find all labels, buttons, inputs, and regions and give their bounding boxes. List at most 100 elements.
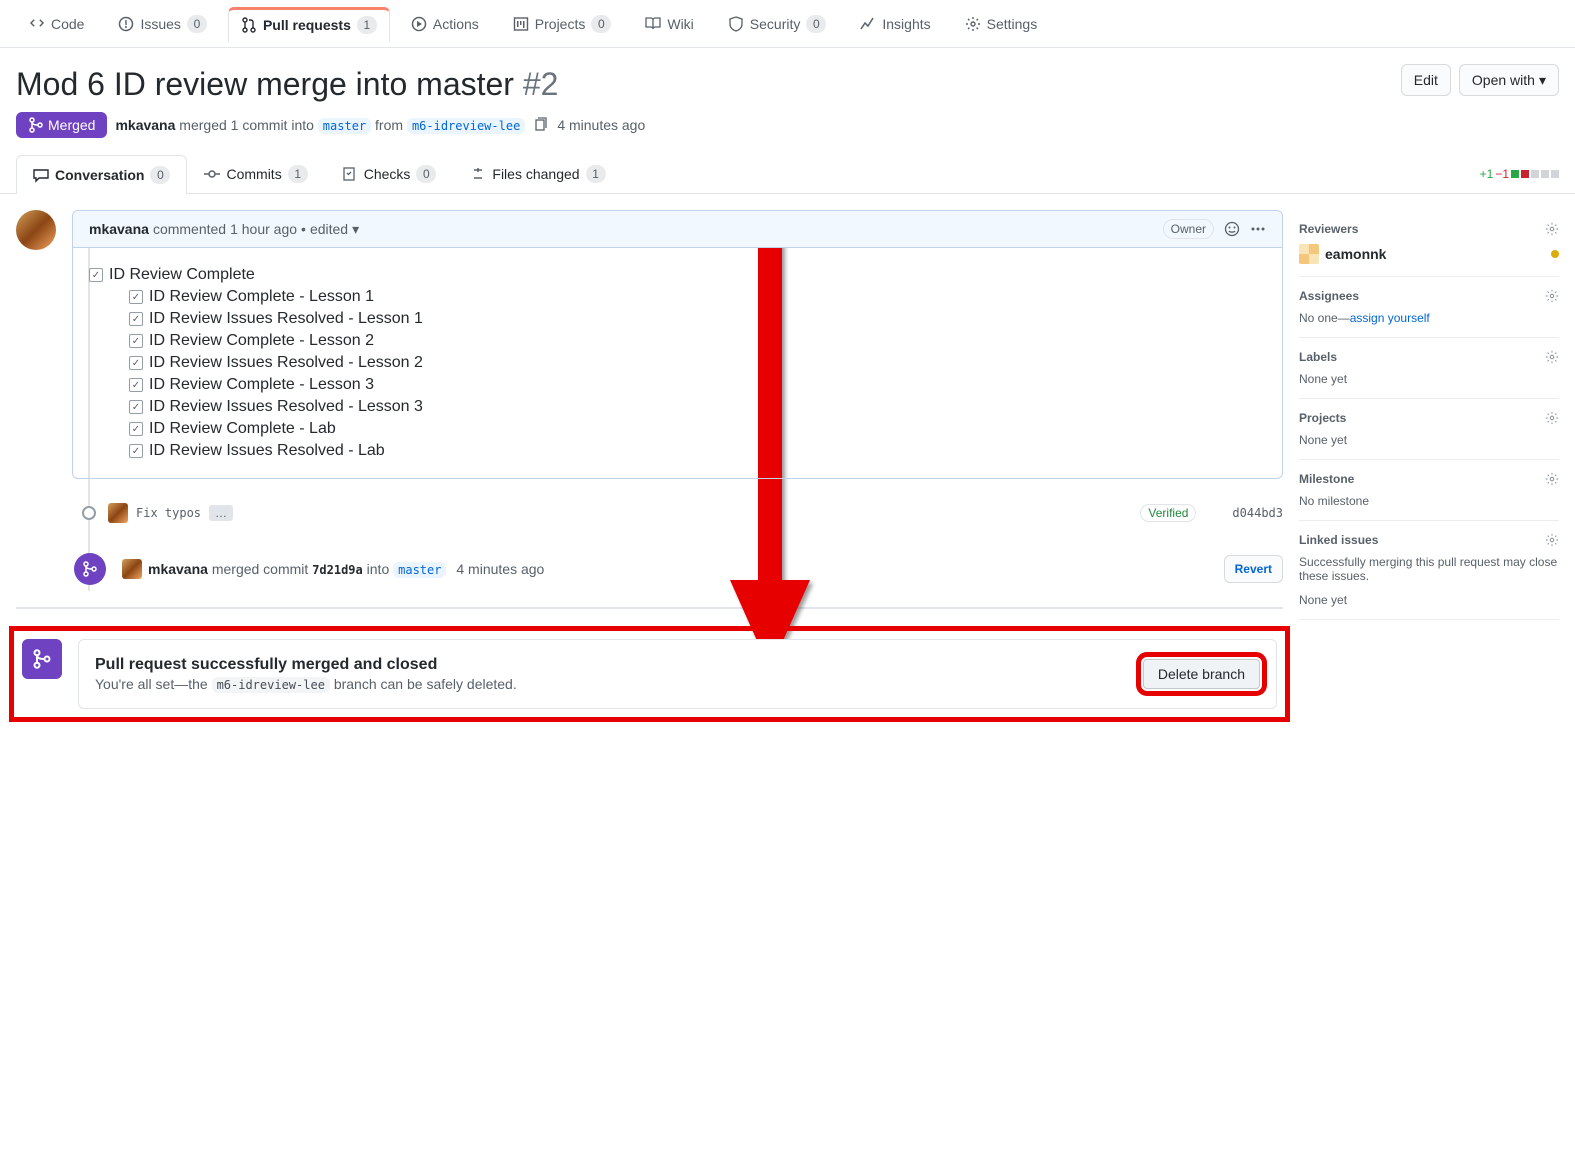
pr-author[interactable]: mkavana bbox=[115, 117, 175, 133]
emoji-icon[interactable] bbox=[1224, 221, 1240, 237]
task-label: ID Review Issues Resolved - Lesson 2 bbox=[149, 354, 423, 372]
task-item: ✓ID Review Complete - Lesson 1 bbox=[89, 286, 1266, 308]
checkbox-icon[interactable]: ✓ bbox=[129, 422, 143, 436]
comment-time[interactable]: 1 hour ago bbox=[230, 221, 297, 237]
project-icon bbox=[513, 16, 529, 32]
checkbox-icon[interactable]: ✓ bbox=[129, 312, 143, 326]
sidebar-reviewers: Reviewers eamonnk bbox=[1299, 210, 1559, 277]
issues-count: 0 bbox=[187, 15, 207, 33]
pr-title: Mod 6 ID review merge into master #2 bbox=[16, 64, 1393, 104]
diff-block-neutral bbox=[1551, 170, 1559, 178]
checkbox-icon[interactable]: ✓ bbox=[129, 400, 143, 414]
avatar[interactable] bbox=[122, 559, 142, 579]
gear-icon[interactable] bbox=[1545, 533, 1559, 547]
pr-header: Mod 6 ID review merge into master #2 Edi… bbox=[0, 48, 1575, 154]
reviewer-name: eamonnk bbox=[1325, 246, 1386, 262]
tab-files[interactable]: Files changed 1 bbox=[453, 154, 622, 193]
merge-icon bbox=[28, 117, 44, 133]
merge-time: 4 minutes ago bbox=[557, 117, 645, 133]
gear-icon[interactable] bbox=[1545, 222, 1559, 236]
comment-action: commented bbox=[153, 221, 226, 237]
pr-title-text: Mod 6 ID review merge into master bbox=[16, 66, 514, 102]
merge-badge-icon bbox=[74, 553, 106, 585]
tab-security[interactable]: Security 0 bbox=[715, 6, 840, 41]
copy-icon[interactable] bbox=[533, 117, 549, 133]
merged-title: Pull request successfully merged and clo… bbox=[95, 656, 1131, 674]
merge-branch[interactable]: master bbox=[393, 562, 446, 578]
commit-dot-icon bbox=[82, 506, 96, 520]
tab-code-label: Code bbox=[51, 16, 84, 32]
delete-branch-button[interactable]: Delete branch bbox=[1143, 659, 1260, 689]
repo-nav: Code Issues 0 Pull requests 1 Actions Pr… bbox=[0, 0, 1575, 48]
gear-icon[interactable] bbox=[1545, 472, 1559, 486]
tab-checks[interactable]: Checks 0 bbox=[325, 154, 454, 193]
checklist-icon bbox=[342, 166, 358, 182]
tab-conversation[interactable]: Conversation 0 bbox=[16, 155, 187, 194]
tab-issues[interactable]: Issues 0 bbox=[105, 6, 219, 41]
assign-yourself-link[interactable]: assign yourself bbox=[1350, 311, 1430, 325]
open-with-button[interactable]: Open with ▾ bbox=[1459, 64, 1559, 96]
tab-projects[interactable]: Projects 0 bbox=[500, 6, 625, 41]
head-branch[interactable]: m6-idreview-lee bbox=[407, 118, 525, 134]
task-label: ID Review Complete - Lesson 2 bbox=[149, 332, 374, 350]
checkbox-icon[interactable]: ✓ bbox=[129, 444, 143, 458]
tab-insights[interactable]: Insights bbox=[847, 7, 943, 40]
commit-event: Fix typos … Verified d044bd3 bbox=[16, 495, 1283, 531]
checkbox-icon[interactable]: ✓ bbox=[129, 290, 143, 304]
checks-count: 0 bbox=[416, 165, 436, 183]
merge-author[interactable]: mkavana bbox=[148, 561, 208, 577]
gear-icon[interactable] bbox=[1545, 411, 1559, 425]
gear-icon[interactable] bbox=[1545, 350, 1559, 364]
checkbox-icon[interactable]: ✓ bbox=[129, 334, 143, 348]
tab-pulls-label: Pull requests bbox=[263, 17, 351, 33]
security-count: 0 bbox=[806, 15, 826, 33]
tab-issues-label: Issues bbox=[140, 16, 180, 32]
merge-sha[interactable]: 7d21d9a bbox=[312, 563, 363, 577]
task-item: ✓ID Review Complete - Lab bbox=[89, 418, 1266, 440]
gear-icon[interactable] bbox=[1545, 289, 1559, 303]
comment-body: ✓ ID Review Complete ✓ID Review Complete… bbox=[73, 248, 1282, 478]
book-icon bbox=[645, 16, 661, 32]
edited-label: edited bbox=[310, 221, 348, 237]
checkbox-icon[interactable]: ✓ bbox=[89, 268, 103, 282]
commit-message[interactable]: Fix typos bbox=[136, 506, 201, 520]
revert-button[interactable]: Revert bbox=[1224, 555, 1283, 583]
diffstat: +1 −1 bbox=[1480, 167, 1559, 181]
edit-button[interactable]: Edit bbox=[1401, 64, 1451, 96]
task-item-root: ✓ ID Review Complete bbox=[89, 264, 1266, 286]
graph-icon bbox=[860, 16, 876, 32]
tab-projects-label: Projects bbox=[535, 16, 586, 32]
tab-checks-label: Checks bbox=[364, 166, 411, 182]
task-item: ✓ID Review Issues Resolved - Lesson 3 bbox=[89, 396, 1266, 418]
caret-down-icon[interactable]: ▾ bbox=[352, 221, 359, 238]
kebab-icon[interactable] bbox=[1250, 221, 1266, 237]
sidebar-milestone: Milestone No milestone bbox=[1299, 460, 1559, 521]
avatar[interactable] bbox=[16, 210, 56, 250]
tab-pulls[interactable]: Pull requests 1 bbox=[228, 7, 390, 42]
tab-code[interactable]: Code bbox=[16, 7, 97, 40]
commit-sha[interactable]: d044bd3 bbox=[1232, 506, 1283, 520]
tab-actions[interactable]: Actions bbox=[398, 7, 492, 40]
verified-badge[interactable]: Verified bbox=[1140, 504, 1196, 522]
gear-icon bbox=[965, 16, 981, 32]
base-branch[interactable]: master bbox=[318, 118, 371, 134]
task-item: ✓ ID Review Complete - Lesson 2 bbox=[89, 330, 1266, 352]
checkbox-icon[interactable]: ✓ bbox=[129, 356, 143, 370]
comment-author[interactable]: mkavana bbox=[89, 221, 149, 237]
sidebar: Reviewers eamonnk Assignees No one—assig… bbox=[1299, 210, 1559, 715]
diff-block-neutral bbox=[1541, 170, 1549, 178]
checkbox-icon[interactable]: ✓ bbox=[129, 378, 143, 392]
comment-icon bbox=[33, 167, 49, 183]
tab-wiki[interactable]: Wiki bbox=[632, 7, 706, 40]
reviewer-row[interactable]: eamonnk bbox=[1299, 244, 1559, 264]
ellipsis-button[interactable]: … bbox=[209, 505, 233, 521]
tab-settings[interactable]: Settings bbox=[952, 7, 1051, 40]
commit-icon bbox=[204, 166, 220, 182]
tab-actions-label: Actions bbox=[433, 16, 479, 32]
avatar[interactable] bbox=[108, 503, 128, 523]
diff-deletions: −1 bbox=[1495, 167, 1509, 181]
tab-commits[interactable]: Commits 1 bbox=[187, 154, 324, 193]
merge-time: 4 minutes ago bbox=[456, 561, 544, 577]
diff-icon bbox=[470, 166, 486, 182]
tab-insights-label: Insights bbox=[882, 16, 930, 32]
